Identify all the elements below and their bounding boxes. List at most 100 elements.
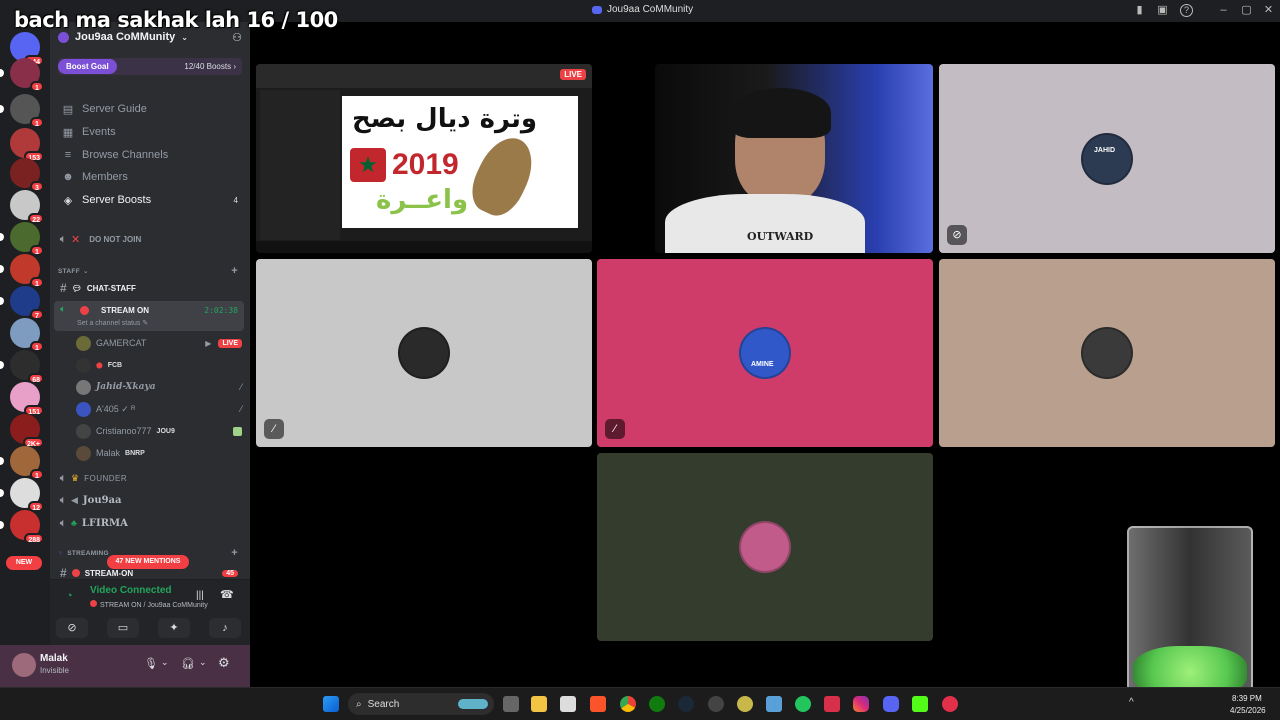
xbox-icon[interactable] (649, 696, 665, 712)
voice-user[interactable]: GAMERCAT ▶ LIVE (76, 333, 242, 353)
chat-bubble-icon: 💬︎ (71, 283, 82, 293)
channel-name: STREAM-ON (84, 568, 134, 578)
nav-browse-channels[interactable]: ≡ Browse Channels (58, 146, 242, 164)
boost-goal-bar[interactable]: Boost Goal 12/40 Boosts › (58, 58, 242, 75)
server-icon[interactable]: 1 (0, 58, 44, 92)
voice-location[interactable]: STREAM ON / Jou9aa CoMMunity (90, 600, 208, 609)
channel-name: Jou9aa (82, 494, 122, 506)
game-icon[interactable] (737, 696, 753, 712)
close-icon[interactable]: ✕ (1262, 4, 1275, 17)
server-icon[interactable]: 153 (10, 128, 44, 162)
chevron-down-icon[interactable]: ⌄ (199, 657, 207, 668)
help-icon[interactable]: ? (1180, 4, 1193, 17)
tray-chevron-icon[interactable]: ^ (1129, 697, 1134, 708)
voice-user[interactable]: Malak BNRP (76, 443, 242, 463)
headphones-icon[interactable]: 🎧︎ (181, 657, 195, 670)
avatar[interactable] (12, 653, 36, 677)
task-view-icon[interactable] (503, 696, 519, 712)
server-icon[interactable]: 68 (0, 350, 44, 384)
remote-desktop-icon[interactable] (766, 696, 782, 712)
category-staff[interactable]: STAFF ⌄ + (56, 265, 244, 277)
participant-tile[interactable]: AMINE ⁄ (597, 259, 933, 447)
window-icon[interactable]: ▣ (1156, 4, 1169, 17)
adobe-icon[interactable] (824, 696, 840, 712)
voice-channel-stream-on[interactable]: 🔈︎ STREAM ON 2:02:38 Set a channel statu… (54, 301, 244, 331)
inbox-icon[interactable]: ▮ (1133, 4, 1146, 17)
server-icon[interactable]: 1 (0, 94, 44, 128)
server-icon[interactable]: 1 (0, 222, 44, 256)
noise-suppression-icon[interactable]: ||| (196, 590, 204, 601)
nav-server-boosts[interactable]: ◈ Server Boosts 4 (58, 191, 242, 209)
muted-icon: ⁄ (240, 382, 242, 392)
soundboard-button[interactable]: ♪ (209, 618, 241, 638)
boost-count: 12/40 Boosts › (184, 62, 236, 71)
server-icon[interactable]: 1 (0, 254, 44, 288)
voice-user[interactable]: Cristianoo777 JOU9 (76, 421, 242, 441)
server-icon[interactable]: 22 (10, 190, 44, 224)
disconnect-icon[interactable]: ☎ (220, 588, 234, 601)
participant-tile[interactable] (939, 259, 1275, 447)
microphone-icon[interactable]: 🎙︎ (144, 657, 158, 670)
chevron-down-icon[interactable]: ⌄ (161, 657, 169, 668)
add-channel-icon[interactable]: + (231, 265, 238, 277)
kick-icon[interactable] (912, 696, 928, 712)
video-list-panel (260, 90, 340, 240)
server-icon[interactable]: 288 (0, 510, 44, 544)
app-icon[interactable] (942, 696, 958, 712)
clock-date[interactable]: 4/25/2026 (1230, 706, 1266, 715)
voice-channel-do-not-join[interactable]: 🔈︎ ✕ DO NOT JOIN (56, 229, 244, 249)
maximize-icon[interactable]: ▢ (1240, 4, 1253, 17)
participant-avatar: JAHID (1081, 132, 1133, 185)
participant-tile[interactable]: ⁄ (256, 259, 592, 447)
screen-share-button[interactable]: ▭ (107, 618, 139, 638)
store-icon[interactable] (560, 696, 576, 712)
unread-dot (0, 489, 4, 497)
launcher-icon[interactable] (795, 696, 811, 712)
server-icon[interactable]: 12 (0, 478, 44, 512)
set-status-link[interactable]: Set a channel status ✎ (77, 319, 148, 327)
windows-start-icon[interactable] (323, 696, 339, 712)
nav-events[interactable]: ▦ Events (58, 123, 242, 141)
file-explorer-icon[interactable] (531, 696, 547, 712)
server-icon[interactable]: 1 (0, 446, 44, 480)
channel-name: DO NOT JOIN (89, 234, 142, 244)
server-icon[interactable]: 7 (0, 286, 44, 320)
voice-channel-founder[interactable]: 🔈︎ ♛ FOUNDER (56, 468, 244, 488)
settings-icon[interactable]: ⚙ (218, 655, 230, 671)
live-badge: LIVE (560, 69, 586, 80)
nav-members[interactable]: ☻ Members (58, 168, 242, 186)
clock-time[interactable]: 8:39 PM (1232, 694, 1262, 703)
user-tag: BNRP (125, 449, 145, 457)
chrome-icon[interactable] (620, 696, 636, 712)
add-channel-icon[interactable]: + (231, 547, 238, 559)
voice-channel-lfirma[interactable]: 🔈︎ ♣ LFIRMA (56, 513, 244, 533)
server-icon[interactable]: 2K+ (10, 414, 44, 448)
instagram-icon[interactable] (853, 696, 869, 712)
stream-tile[interactable]: وترة ديال بصح ★ 2019 واعــرة LIVE (256, 64, 592, 253)
server-icon[interactable]: 3 (10, 158, 44, 192)
server-badge: 1 (30, 341, 44, 352)
new-mentions-pill[interactable]: 47 NEW MENTIONS (107, 555, 189, 569)
voice-channel-jou9aa[interactable]: 🔈︎ ◀ Jou9aa (56, 490, 244, 510)
taskbar-search[interactable]: ⌕ Search (348, 693, 494, 715)
participant-tile[interactable]: JAHID ⊘ (939, 64, 1275, 253)
invite-icon[interactable]: ⚇ (232, 31, 242, 44)
text-channel-chat-staff[interactable]: # 💬︎ CHAT-STAFF (56, 278, 244, 298)
server-icon[interactable]: 1 (10, 318, 44, 352)
server-icon[interactable]: 151 (10, 382, 44, 416)
activities-button[interactable]: ✦ (158, 618, 190, 638)
new-unreads-pill[interactable]: NEW (6, 556, 42, 570)
nav-server-guide[interactable]: ▤ Server Guide (58, 100, 242, 118)
obs-icon[interactable] (708, 696, 724, 712)
discord-icon[interactable] (883, 696, 899, 712)
channel-name: LFIRMA (81, 517, 128, 529)
brave-icon[interactable] (590, 696, 606, 712)
minimize-icon[interactable]: – (1217, 4, 1230, 17)
camera-off-button[interactable]: ⊘ (56, 618, 88, 638)
voice-user[interactable]: ⬤ FCB (76, 355, 242, 375)
voice-user[interactable]: A'405 ✓ ᴿ ⁄ (76, 399, 242, 419)
voice-user[interactable]: Jahid-Xkaya ⁄ (76, 377, 242, 397)
steam-icon[interactable] (678, 696, 694, 712)
participant-tile[interactable] (597, 453, 933, 641)
webcam-tile[interactable]: OUTWARD (655, 64, 933, 253)
